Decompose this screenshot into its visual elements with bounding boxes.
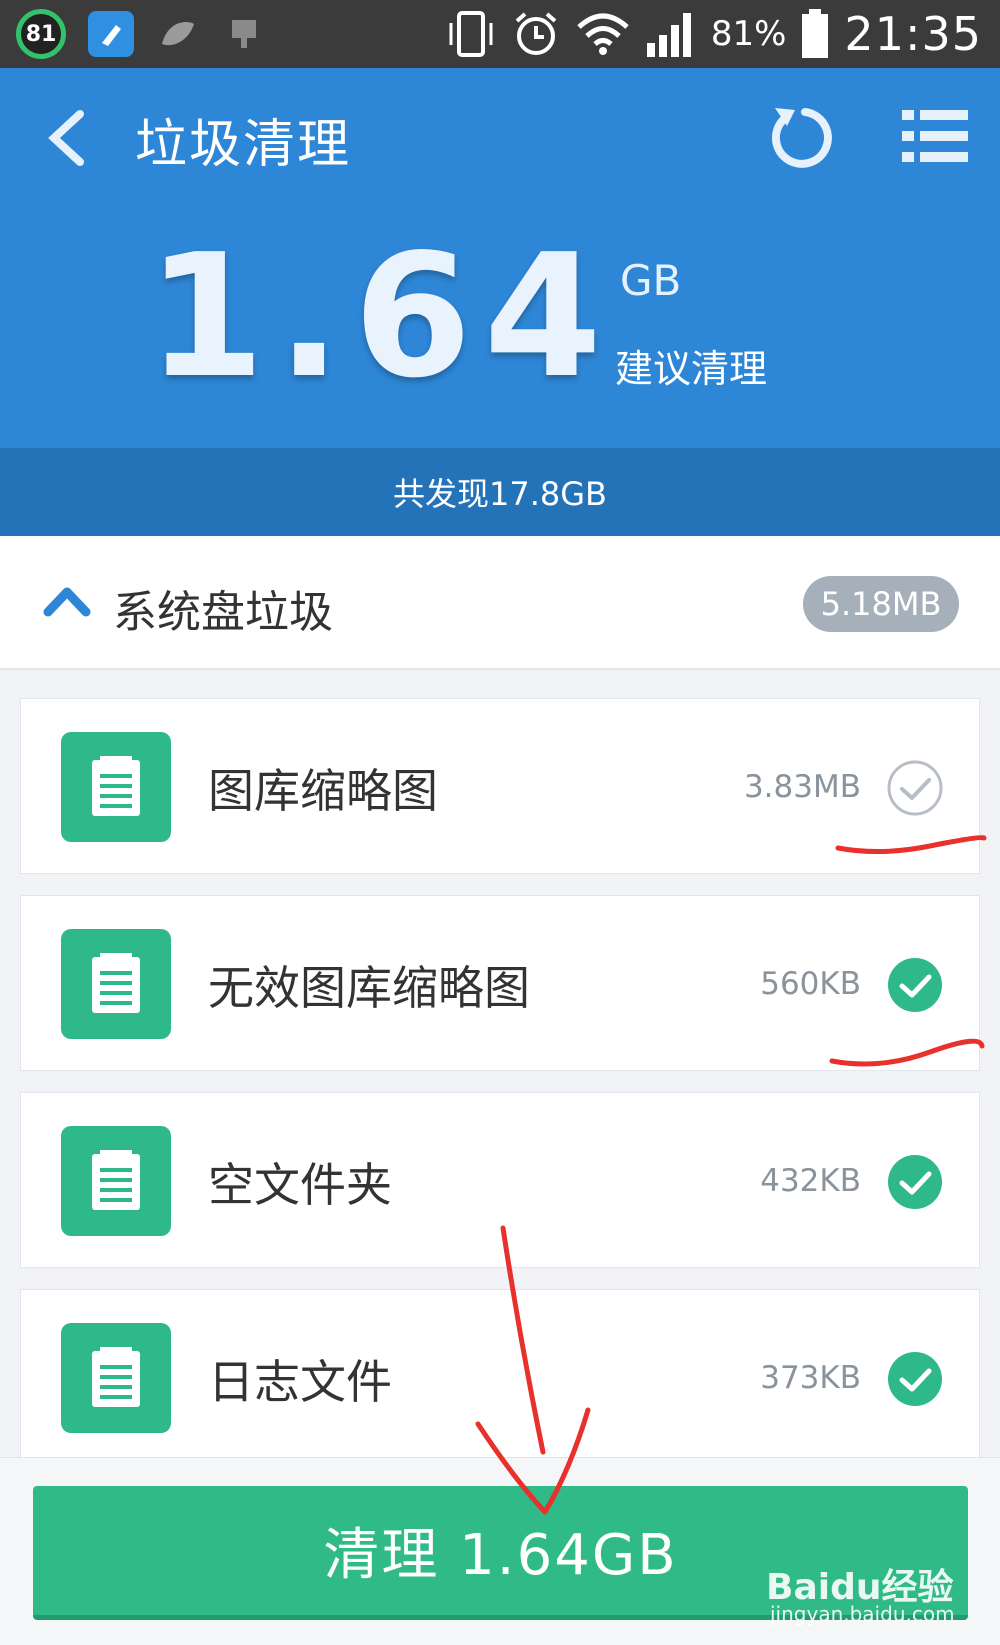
total-found-text: 共发现17.8GB [392,475,607,513]
category-header[interactable]: 系统盘垃圾 5.18MB [0,536,1000,670]
app-screen: 81 81% 21:35 垃圾清理 1.64 GB 建议清理 共发现17.8GB… [0,0,1000,1645]
list-item[interactable]: 无效图库缩略图 560KB [20,895,980,1071]
page-title: 垃圾清理 [135,115,352,175]
item-label: 空文件夹 [208,1158,392,1212]
item-size: 3.83MB [743,769,861,805]
document-icon [61,1323,171,1433]
clock: 21:35 [844,7,982,61]
status-bar: 81 81% 21:35 [0,0,1000,68]
category-title: 系统盘垃圾 [113,587,333,638]
document-icon [61,929,171,1039]
usb-icon [222,12,266,56]
list-item[interactable]: 图库缩略图 3.83MB [20,698,980,874]
document-icon [61,732,171,842]
chevron-left-icon [48,110,84,166]
wifi-icon [577,13,629,55]
item-size: 373KB [760,1360,861,1396]
list-item[interactable]: 空文件夹 432KB [20,1092,980,1268]
cleaner-app-icon [88,11,134,57]
item-label: 无效图库缩略图 [208,961,530,1015]
checked-circle-icon[interactable] [886,956,944,1014]
category-size-badge: 5.18MB [803,576,959,632]
signal-icon [646,13,691,57]
refresh-icon [771,108,832,168]
vibrate-icon [449,11,493,57]
refresh-button[interactable] [765,98,837,174]
junk-size-value: 1.64 [146,218,614,416]
checked-circle-icon[interactable] [886,1350,944,1408]
list-menu-icon [902,110,968,162]
watermark-url: jingyan.baidu.com [770,1602,955,1626]
app-badge-icon: 81 [16,9,66,59]
unchecked-circle-icon[interactable] [886,759,944,817]
total-found-bar: 共发现17.8GB [0,448,1000,536]
list-item[interactable]: 日志文件 373KB [20,1289,980,1465]
item-label: 图库缩略图 [208,764,438,818]
checked-circle-icon[interactable] [886,1153,944,1211]
alarm-icon [515,12,557,55]
suggest-label: 建议清理 [615,347,768,391]
battery-percent: 81% [710,14,787,54]
menu-button[interactable] [900,108,970,164]
baidu-watermark: Baidu经验 jingyan.baidu.com [766,1558,976,1628]
header: 垃圾清理 1.64 GB 建议清理 [0,68,1000,448]
battery-icon [802,9,829,58]
document-icon [61,1126,171,1236]
chevron-up-icon[interactable] [42,584,92,618]
junk-size-unit: GB [620,256,682,305]
back-button[interactable] [40,106,100,170]
item-size: 560KB [760,966,861,1002]
top-toolbar: 垃圾清理 [0,68,1000,208]
leaf-icon [156,12,200,56]
item-label: 日志文件 [208,1355,392,1409]
item-size: 432KB [760,1163,861,1199]
